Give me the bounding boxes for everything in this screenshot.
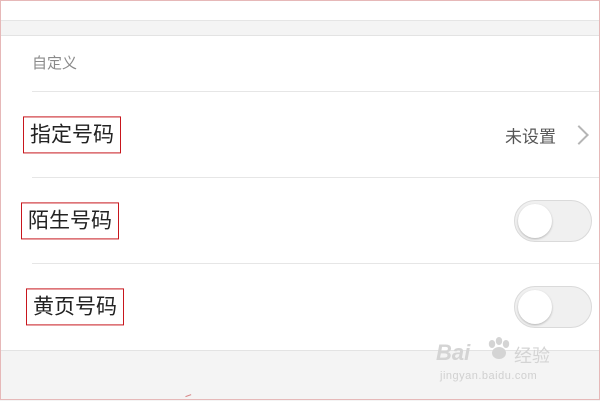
row-label: 指定号码 xyxy=(23,116,121,154)
chevron-right-icon xyxy=(569,125,589,145)
toggle-knob xyxy=(518,290,552,324)
row-specified-number[interactable]: 指定号码 未设置 xyxy=(0,92,600,178)
row-label: 陌生号码 xyxy=(21,202,119,240)
row-value: 未设置 xyxy=(505,127,556,148)
top-card xyxy=(0,0,600,21)
row-label: 黄页号码 xyxy=(26,288,124,326)
paw-icon xyxy=(488,337,510,359)
baidu-jingyan-watermark: Bai 经验 jingyan.baidu.com xyxy=(436,337,566,386)
section-header: 自定义 xyxy=(32,54,78,72)
section-gap xyxy=(0,21,600,36)
yellow-page-number-toggle[interactable] xyxy=(514,286,592,328)
watermark-url: jingyan.baidu.com xyxy=(440,370,538,382)
watermark-logo: Bai xyxy=(436,340,471,365)
row-stranger-number: 陌生号码 xyxy=(0,178,600,264)
watermark-text: 经验 xyxy=(514,346,550,367)
toggle-knob xyxy=(518,204,552,238)
stranger-number-toggle[interactable] xyxy=(514,200,592,242)
settings-card: 自定义 指定号码 未设置 陌生号码 黄页号码 xyxy=(0,36,600,351)
